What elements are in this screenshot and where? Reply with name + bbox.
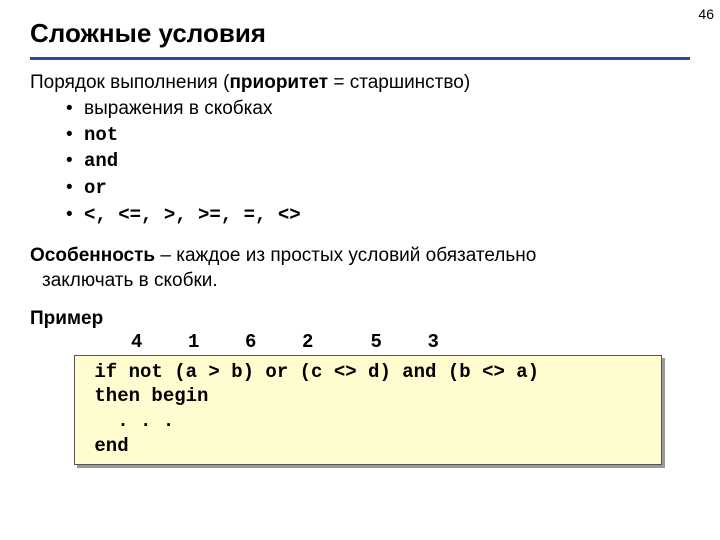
- order-annotations: 4 1 6 2 5 3: [74, 331, 690, 353]
- list-item: not: [66, 122, 690, 149]
- list-item: <, <=, >, >=, =, <>: [66, 202, 690, 229]
- list-item: or: [66, 175, 690, 202]
- list-item-text: выражения в скобках: [84, 98, 272, 119]
- list-item-text: <, <=, >, >=, =, <>: [84, 204, 301, 226]
- feature-line1: – каждое из простых условий обязательно: [155, 245, 536, 266]
- execution-order-heading: Порядок выполнения (приоритет = старшинс…: [30, 72, 690, 94]
- feature-line2: заключать в скобки.: [42, 270, 218, 291]
- subhead-prefix: Порядок выполнения (: [30, 72, 229, 93]
- feature-bold: Особенность: [30, 245, 155, 266]
- example-label: Пример: [30, 308, 690, 330]
- list-item-text: not: [84, 124, 118, 146]
- list-item-text: and: [84, 150, 118, 172]
- page-title: Сложные условия: [30, 18, 690, 60]
- list-item: and: [66, 148, 690, 175]
- subhead-priority: приоритет: [229, 72, 328, 93]
- priority-list: выражения в скобках not and or <, <=, >, >=,…: [66, 96, 690, 228]
- feature-paragraph: Особенность – каждое из простых условий …: [30, 244, 690, 293]
- code-example: if not (a > b) or (c <> d) and (b <> a) …: [74, 355, 662, 466]
- list-item-text: or: [84, 177, 107, 199]
- page-number: 46: [698, 6, 714, 22]
- subhead-suffix: = старшинство): [328, 72, 470, 93]
- list-item: выражения в скобках: [66, 96, 690, 122]
